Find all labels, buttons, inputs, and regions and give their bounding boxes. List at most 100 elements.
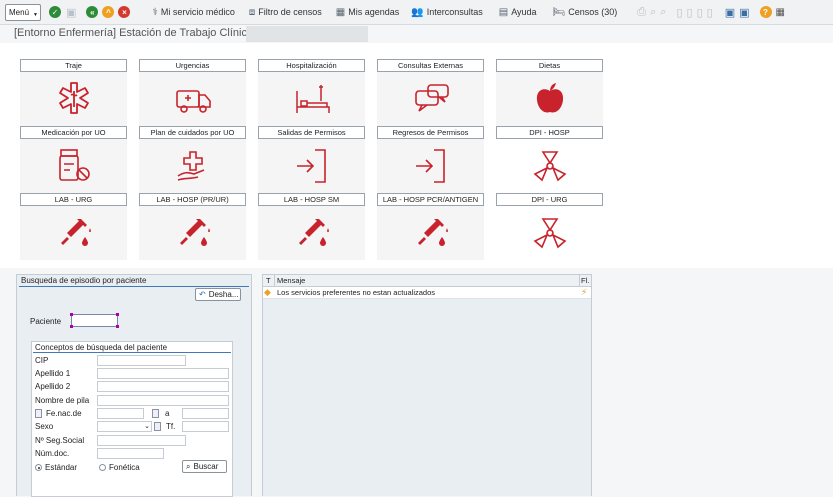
tile-traje[interactable]: Traje [20,59,127,126]
phone-icon[interactable] [154,422,161,431]
tile-lab-hosp-pcr-antigen[interactable]: LAB - HOSP PCR/ANTIGEN [377,193,484,260]
table-row[interactable]: ◆ Los servicios preferentes no estan act… [263,287,591,299]
tile-body[interactable] [496,72,603,126]
toolbar-ayuda[interactable]: ▤ Ayuda [499,7,537,18]
back-icon[interactable]: « [86,6,99,18]
tile-lab-hosp-sm[interactable]: LAB - HOSP SM [258,193,365,260]
numdoc-input[interactable] [97,448,164,459]
tile-body[interactable] [496,139,603,193]
print-icon[interactable]: ⎙ [637,6,646,19]
customize-icon[interactable]: ▦ [776,7,785,18]
apellido1-input[interactable] [97,368,229,379]
toolbar: Menú ▼ ✓ ▣ « ^ × ⚕ Mi servicio médico ⧈ … [0,0,833,25]
toolbar-mi-servicio[interactable]: ⚕ Mi servicio médico [152,7,234,18]
messages-panel: T Mensaje Fl. ◆ Los servicios preferente… [262,274,592,496]
tile-body[interactable] [139,139,246,193]
col-mensaje-header[interactable]: Mensaje [277,276,305,285]
cancel-icon[interactable]: × [118,6,131,18]
row-cip: CIP [35,355,231,367]
find-icon[interactable]: ⌕ [650,6,656,19]
layout-icon[interactable]: ▣ [739,6,749,19]
undo-button[interactable]: ↶ Desha... [195,288,241,301]
title-bar: [Entorno Enfermería] Estación de Trabajo… [0,25,833,43]
tile-body[interactable] [258,139,365,193]
numdoc-label: Núm.doc. [35,449,70,458]
tile-body[interactable] [377,72,484,126]
exit-icon[interactable]: ^ [102,6,115,18]
tile-label: Regresos de Permisos [377,126,484,139]
tile-urgencias[interactable]: Urgencias [139,59,246,126]
message-text: Los servicios preferentes no estan actua… [277,288,436,297]
tile-medicaci-n-por-uo[interactable]: Medicación por UO [20,126,127,193]
nombre-input[interactable] [97,395,229,406]
estandar-label: Estándar [45,463,78,472]
syringe-icon [293,213,331,253]
cip-label: CIP [35,356,49,365]
dpi-icon [531,146,569,186]
column-divider [579,275,580,287]
row-apellido1: Apellido 1 [35,368,231,380]
paciente-input[interactable] [70,313,119,328]
cip-input[interactable] [97,355,186,366]
tile-salidas-de-permisos[interactable]: Salidas de Permisos [258,126,365,193]
first-page-icon[interactable]: ▯ [676,6,682,19]
help-icon[interactable]: ? [759,6,772,18]
fenac-from-input[interactable] [97,408,144,419]
col-t-header[interactable]: T [266,276,271,285]
toolbar-filtro-censos[interactable]: ⧈ Filtro de censos [249,7,322,18]
apellido2-input[interactable] [97,381,229,392]
row-nss: Nº Seg.Social [35,435,231,447]
prev-page-icon[interactable]: ▯ [687,6,693,19]
toolbar-mis-agendas[interactable]: ▦ Mis agendas [336,7,399,18]
calendar-icon[interactable] [152,409,159,418]
tile-lab-hosp-pr-ur-[interactable]: LAB - HOSP (PR/UR) [139,193,246,260]
tf-input[interactable] [182,421,229,432]
tile-body[interactable] [20,139,127,193]
sexo-select[interactable]: ⌄ [97,421,152,432]
tile-body[interactable] [377,206,484,260]
tile-body[interactable] [139,72,246,126]
tile-lab-urg[interactable]: LAB - URG [20,193,127,260]
tile-label: LAB - HOSP PCR/ANTIGEN [377,193,484,206]
tile-dpi-hosp[interactable]: DPI - HOSP [496,126,603,193]
tile-hospitalizaci-n[interactable]: Hospitalización [258,59,365,126]
nss-input[interactable] [97,435,186,446]
radio-fonetica[interactable] [99,464,106,471]
lightning-icon: ⚡ [581,287,588,297]
find-next-icon[interactable]: ⌕ [660,6,666,19]
fenac-to-input[interactable] [182,408,229,419]
tile-body[interactable] [496,206,603,260]
tile-body[interactable] [377,139,484,193]
calendar-icon[interactable] [35,409,42,418]
tile-body[interactable] [139,206,246,260]
pill-bottle-icon [55,146,93,186]
people-icon: 👥 [411,6,424,18]
check-icon[interactable]: ✓ [49,6,61,18]
tile-dpi-urg[interactable]: DPI - URG [496,193,603,260]
tile-plan-de-cuidados-por-uo[interactable]: Plan de cuidados por UO [139,126,246,193]
concepts-title: Conceptos de búsqueda del paciente [35,343,168,352]
tf-label: Tf. [166,422,176,431]
tile-body[interactable] [258,206,365,260]
toolbar-interconsultas[interactable]: 👥 Interconsultas [411,7,482,18]
nss-label: Nº Seg.Social [35,436,85,445]
tile-body[interactable] [20,206,127,260]
tile-dietas[interactable]: Dietas [496,59,603,126]
resize-handle [70,325,73,328]
next-page-icon[interactable]: ▯ [697,6,703,19]
tile-consultas-externas[interactable]: Consultas Externas [377,59,484,126]
save-icon[interactable]: ▣ [66,6,76,19]
menu-button[interactable]: Menú ▼ [5,3,41,21]
toolbar-censos[interactable]: 🛏 Censos (30) [553,7,618,18]
tile-label: DPI - HOSP [496,126,603,139]
buscar-button[interactable]: ⌕ Buscar [182,460,227,473]
last-page-icon[interactable]: ▯ [707,6,713,19]
window-icon[interactable]: ▣ [725,6,735,19]
tile-regresos-de-permisos[interactable]: Regresos de Permisos [377,126,484,193]
panel-title: Busqueda de episodio por paciente [21,276,147,285]
radio-estandar[interactable] [35,464,42,471]
tile-label: Plan de cuidados por UO [139,126,246,139]
tile-body[interactable] [258,72,365,126]
col-fl-header[interactable]: Fl. [581,276,589,285]
tile-body[interactable] [20,72,127,126]
